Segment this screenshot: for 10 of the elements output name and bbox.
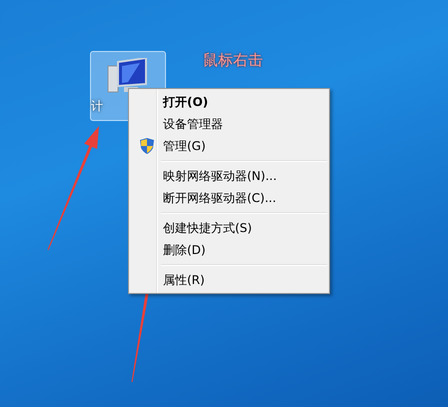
menu-item[interactable]: 删除(D) bbox=[131, 239, 327, 261]
annotation-text: 鼠标右击 bbox=[203, 51, 263, 70]
menu-item[interactable]: 创建快捷方式(S) bbox=[131, 217, 327, 239]
menu-item[interactable]: 属性(R) bbox=[131, 269, 327, 291]
menu-item[interactable]: 映射网络驱动器(N)... bbox=[131, 165, 327, 187]
computer-icon bbox=[106, 58, 150, 94]
icon-label: 计 bbox=[91, 98, 103, 115]
menu-item[interactable]: 断开网络驱动器(C)... bbox=[131, 187, 327, 209]
shield-icon bbox=[140, 138, 154, 154]
menu-item[interactable]: 管理(G) bbox=[131, 135, 327, 157]
